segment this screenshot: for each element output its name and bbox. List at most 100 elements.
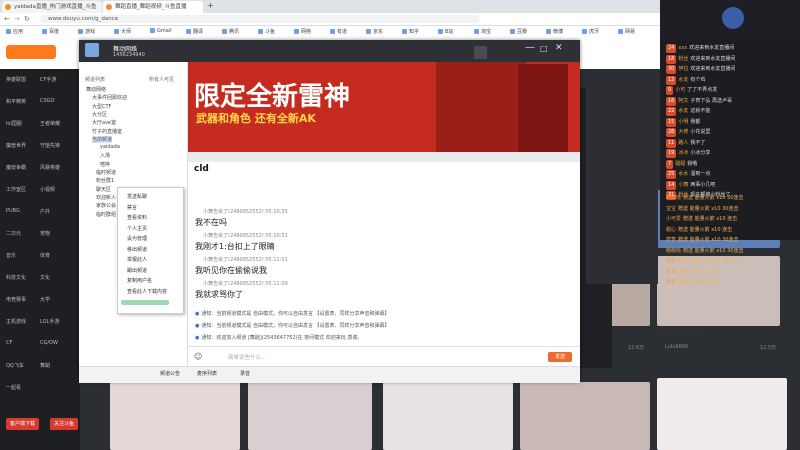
avatar[interactable] <box>722 7 744 29</box>
bookmark-item[interactable]: 豆瓣 <box>510 28 527 35</box>
username[interactable]: 水水 <box>678 171 688 177</box>
channel-tree-item[interactable]: 欢迎新人 <box>96 194 116 201</box>
nav-item[interactable]: 文化 <box>40 274 50 281</box>
douyu-logo[interactable] <box>6 45 56 59</box>
channel-tree-item[interactable]: 竹子的直播室 <box>92 128 122 135</box>
nav-item[interactable]: 主机游戏 <box>6 318 26 325</box>
notice-button[interactable]: 频道公告 <box>160 370 180 377</box>
nav-item[interactable]: CF <box>6 340 12 346</box>
username[interactable]: 粉丝 <box>678 56 688 62</box>
nav-item[interactable]: 魔兽争霸 <box>6 164 26 171</box>
nav-item[interactable]: 宠物 <box>40 230 50 237</box>
nav-item[interactable]: QQ飞车 <box>6 362 24 369</box>
nav-item[interactable]: CF手游 <box>40 76 56 83</box>
nav-item[interactable]: 一起看 <box>6 384 21 391</box>
bookmark-item[interactable]: 斗鱼 <box>258 28 275 35</box>
chat-sender[interactable]: 小舞告诉了(2480952552) 05:11:09 <box>203 280 288 287</box>
download-client-button[interactable]: 客户端下载 <box>6 418 40 430</box>
bookmark-item[interactable]: 虎牙 <box>582 28 599 35</box>
username[interactable]: 水友 <box>678 108 688 114</box>
username[interactable]: 宝宝 <box>666 206 676 212</box>
channel-logo[interactable] <box>85 43 99 57</box>
channel-tree-item[interactable]: 大型CTF <box>92 103 111 110</box>
context-menu-item[interactable]: 复制用户名 <box>127 277 152 284</box>
browser-tab-active[interactable]: 舞蹈直播_舞蹈视频_斗鱼直播 <box>103 1 203 13</box>
event-banner[interactable]: 限定全新雷神 武器和角色 还有全新AK <box>188 62 580 152</box>
nav-item[interactable]: 小视频 <box>40 186 55 193</box>
context-menu-item[interactable]: 踢出频道 <box>127 267 147 274</box>
username[interactable]: 小可爱 <box>666 216 681 222</box>
nav-item[interactable]: 王者荣耀 <box>40 120 60 127</box>
context-menu-item[interactable]: 设为管理 <box>127 235 147 242</box>
username[interactable]: 伊拉 <box>678 66 688 72</box>
stream-thumbnail[interactable] <box>383 382 513 450</box>
follow-button[interactable]: 关注斗鱼 <box>50 418 79 430</box>
stream-thumbnail[interactable] <box>657 378 787 450</box>
new-tab-button[interactable]: + <box>207 1 214 10</box>
mic-queue-button[interactable]: 麦序列表 <box>197 370 217 377</box>
chat-input[interactable]: 简单说些什么... <box>228 353 266 361</box>
bookmark-item[interactable]: Gmail <box>150 28 172 34</box>
channel-tree-item[interactable]: 聊天区 <box>96 186 111 193</box>
nav-item[interactable]: 英雄联盟 <box>6 76 26 83</box>
browser-tab[interactable]: yaidada直播_热门游戏直播_斗鱼 <box>2 1 102 13</box>
bookmark-item[interactable]: 应用 <box>6 28 23 35</box>
username[interactable]: 萌萌哒 <box>666 195 681 201</box>
username[interactable]: 小明 <box>678 119 688 125</box>
nav-item[interactable]: PUBG <box>6 208 20 214</box>
maximize-icon[interactable]: □ <box>540 44 548 53</box>
chat-sender[interactable]: 小舞告诉了(2480952552) 05:11:01 <box>203 256 288 263</box>
minimize-icon[interactable]: — <box>525 42 535 53</box>
nav-item[interactable]: CG/OW <box>40 340 58 346</box>
username[interactable]: 路人 <box>678 140 688 146</box>
back-icon[interactable]: ← <box>4 15 10 23</box>
username[interactable]: xxx <box>678 45 687 51</box>
nav-item[interactable]: 二次元 <box>6 230 21 237</box>
bookmark-item[interactable]: 淘宝 <box>474 28 491 35</box>
channel-tree-item[interactable]: 大厅ave室 <box>92 119 116 126</box>
record-button[interactable]: 录音 <box>240 370 250 377</box>
nav-item[interactable]: 守望先锋 <box>40 142 60 149</box>
bookmark-item[interactable]: 微博 <box>546 28 563 35</box>
context-menu-item[interactable]: 禁言 <box>127 204 137 211</box>
bookmark-item[interactable]: 腾讯 <box>222 28 239 35</box>
channel-tree-item[interactable]: 入场 <box>100 152 110 159</box>
context-menu-item[interactable]: 移出频道 <box>127 246 147 253</box>
stream-thumbnail[interactable] <box>110 382 240 450</box>
bookmark-item[interactable]: 网易 <box>618 28 635 35</box>
username[interactable]: 阿文 <box>678 98 688 104</box>
stream-thumbnail[interactable] <box>520 382 650 450</box>
nav-item[interactable]: 工作室区 <box>6 186 26 193</box>
volume-slider[interactable] <box>121 300 169 305</box>
home-icon[interactable] <box>474 46 487 59</box>
context-menu-item[interactable]: 举报此人 <box>127 256 147 263</box>
channel-tree-item[interactable]: 当前频道 <box>92 135 113 143</box>
bookmark-item[interactable]: 有道 <box>330 28 347 35</box>
channel-tree-item[interactable]: 家族公会 <box>96 202 116 209</box>
chat-sender[interactable]: 小舞告诉了(2480952552) 05:10:35 <box>203 208 288 215</box>
bookmark-item[interactable]: 翻译 <box>186 28 203 35</box>
username[interactable]: 小可 <box>675 87 685 93</box>
channel-tree-item[interactable]: 临时频道 <box>96 169 116 176</box>
bookmark-item[interactable]: B站 <box>438 28 453 35</box>
nav-item[interactable]: CSGO <box>40 98 54 104</box>
username[interactable]: 大佬 <box>678 129 688 135</box>
channel-tree-item[interactable]: 喧哗 <box>100 161 110 168</box>
username[interactable]: 甜甜 <box>675 161 685 167</box>
close-icon[interactable]: ✕ <box>555 43 563 53</box>
bookmark-item[interactable]: 大师 <box>114 28 131 35</box>
forward-icon[interactable]: → <box>14 15 20 23</box>
stream-thumbnail[interactable] <box>657 256 780 326</box>
context-menu-item[interactable]: 个人主页 <box>127 225 147 232</box>
reload-icon[interactable]: ↻ <box>24 15 30 23</box>
chat-sender[interactable]: 小舞告诉了(2480952552) 05:10:51 <box>203 232 288 239</box>
send-button[interactable]: 发送 <box>548 352 572 362</box>
url-field[interactable]: www.douyu.com/g_dance <box>40 15 480 23</box>
nav-item[interactable]: 舞蹈 <box>40 362 50 369</box>
bookmark-item[interactable]: 网络 <box>294 28 311 35</box>
username[interactable]: 舞者 <box>666 279 676 285</box>
username[interactable]: 梦梦 <box>666 237 676 243</box>
context-menu-item[interactable]: 发送私聊 <box>127 193 147 200</box>
bookmark-item[interactable]: 知乎 <box>402 28 419 35</box>
username[interactable]: 甜心 <box>666 227 676 233</box>
